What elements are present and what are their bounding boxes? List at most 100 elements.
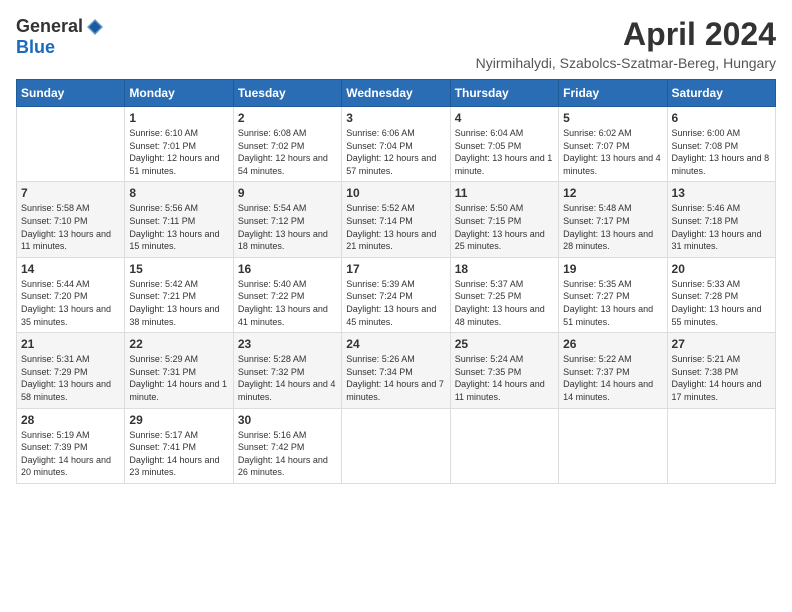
cell-info: Sunrise: 5:33 AMSunset: 7:28 PMDaylight:…: [672, 278, 771, 328]
weekday-header-tuesday: Tuesday: [233, 80, 341, 107]
calendar-week-4: 21Sunrise: 5:31 AMSunset: 7:29 PMDayligh…: [17, 333, 776, 408]
calendar-cell: 2Sunrise: 6:08 AMSunset: 7:02 PMDaylight…: [233, 107, 341, 182]
page-header: General Blue April 2024 Nyirmihalydi, Sz…: [16, 16, 776, 71]
calendar-cell: 16 Sunrise: 5:40 AMSunset: 7:22 PMDayligh…: [233, 257, 341, 332]
day-number: 22: [129, 337, 228, 351]
calendar-cell: 13 Sunrise: 5:46 AMSunset: 7:18 PMDayligh…: [667, 182, 775, 257]
calendar-cell: 23Sunrise: 5:28 AMSunset: 7:32 PMDayligh…: [233, 333, 341, 408]
calendar-cell: 5 Sunrise: 6:02 AMSunset: 7:07 PMDaylight…: [559, 107, 667, 182]
cell-info: Sunrise: 5:37 AMSunset: 7:25 PMDaylight:…: [455, 278, 554, 328]
weekday-header-wednesday: Wednesday: [342, 80, 450, 107]
cell-info: Sunrise: 5:19 AMSunset: 7:39 PMDaylight:…: [21, 429, 120, 479]
calendar-cell: 20 Sunrise: 5:33 AMSunset: 7:28 PMDayligh…: [667, 257, 775, 332]
title-area: April 2024 Nyirmihalydi, Szabolcs-Szatma…: [476, 16, 776, 71]
day-number: 17: [346, 262, 445, 276]
day-number: 7: [21, 186, 120, 200]
cell-info: Sunrise: 5:24 AMSunset: 7:35 PMDaylight:…: [455, 353, 554, 403]
logo-general: General: [16, 16, 83, 37]
day-number: 20: [672, 262, 771, 276]
calendar-cell: 7Sunrise: 5:58 AMSunset: 7:10 PMDaylight…: [17, 182, 125, 257]
calendar-cell: 26 Sunrise: 5:22 AMSunset: 7:37 PMDayligh…: [559, 333, 667, 408]
logo-icon: [85, 17, 105, 37]
calendar-cell: 28 Sunrise: 5:19 AMSunset: 7:39 PMDayligh…: [17, 408, 125, 483]
calendar-cell: 25 Sunrise: 5:24 AMSunset: 7:35 PMDayligh…: [450, 333, 558, 408]
calendar-week-3: 14Sunrise: 5:44 AMSunset: 7:20 PMDayligh…: [17, 257, 776, 332]
weekday-header-thursday: Thursday: [450, 80, 558, 107]
calendar-cell: 24 Sunrise: 5:26 AMSunset: 7:34 PMDayligh…: [342, 333, 450, 408]
calendar-cell: 30 Sunrise: 5:16 AMSunset: 7:42 PMDayligh…: [233, 408, 341, 483]
cell-info: Sunrise: 5:39 AMSunset: 7:24 PMDaylight:…: [346, 278, 445, 328]
location: Nyirmihalydi, Szabolcs-Szatmar-Bereg, Hu…: [476, 55, 776, 71]
weekday-header-row: SundayMondayTuesdayWednesdayThursdayFrid…: [17, 80, 776, 107]
calendar-cell: 4 Sunrise: 6:04 AMSunset: 7:05 PMDaylight…: [450, 107, 558, 182]
logo: General Blue: [16, 16, 105, 58]
day-number: 24: [346, 337, 445, 351]
cell-info: Sunrise: 5:40 AMSunset: 7:22 PMDaylight:…: [238, 278, 337, 328]
day-number: 8: [129, 186, 228, 200]
day-number: 26: [563, 337, 662, 351]
calendar-cell: [667, 408, 775, 483]
calendar-table: SundayMondayTuesdayWednesdayThursdayFrid…: [16, 79, 776, 484]
day-number: 15: [129, 262, 228, 276]
day-number: 1: [129, 111, 228, 125]
cell-info: Sunrise: 5:28 AMSunset: 7:32 PMDaylight:…: [238, 353, 337, 403]
calendar-week-5: 28 Sunrise: 5:19 AMSunset: 7:39 PMDayligh…: [17, 408, 776, 483]
day-number: 9: [238, 186, 337, 200]
calendar-cell: 18 Sunrise: 5:37 AMSunset: 7:25 PMDayligh…: [450, 257, 558, 332]
cell-info: Sunrise: 5:54 AMSunset: 7:12 PMDaylight:…: [238, 202, 337, 252]
calendar-cell: 29Sunrise: 5:17 AMSunset: 7:41 PMDayligh…: [125, 408, 233, 483]
day-number: 10: [346, 186, 445, 200]
cell-info: Sunrise: 5:26 AMSunset: 7:34 PMDaylight:…: [346, 353, 445, 403]
calendar-cell: 17 Sunrise: 5:39 AMSunset: 7:24 PMDayligh…: [342, 257, 450, 332]
calendar-body: 1 Sunrise: 6:10 AMSunset: 7:01 PMDaylight…: [17, 107, 776, 484]
calendar-cell: 1 Sunrise: 6:10 AMSunset: 7:01 PMDaylight…: [125, 107, 233, 182]
weekday-header-monday: Monday: [125, 80, 233, 107]
cell-info: Sunrise: 5:21 AMSunset: 7:38 PMDaylight:…: [672, 353, 771, 403]
cell-info: Sunrise: 5:48 AMSunset: 7:17 PMDaylight:…: [563, 202, 662, 252]
calendar-cell: 10 Sunrise: 5:52 AMSunset: 7:14 PMDayligh…: [342, 182, 450, 257]
calendar-week-1: 1 Sunrise: 6:10 AMSunset: 7:01 PMDaylight…: [17, 107, 776, 182]
cell-info: Sunrise: 5:31 AMSunset: 7:29 PMDaylight:…: [21, 353, 120, 403]
calendar-cell: 3 Sunrise: 6:06 AMSunset: 7:04 PMDaylight…: [342, 107, 450, 182]
calendar-cell: 22 Sunrise: 5:29 AMSunset: 7:31 PMDayligh…: [125, 333, 233, 408]
day-number: 19: [563, 262, 662, 276]
calendar-cell: [450, 408, 558, 483]
day-number: 16: [238, 262, 337, 276]
day-number: 27: [672, 337, 771, 351]
day-number: 28: [21, 413, 120, 427]
cell-info: Sunrise: 6:02 AMSunset: 7:07 PMDaylight:…: [563, 127, 662, 177]
day-number: 4: [455, 111, 554, 125]
cell-info: Sunrise: 5:35 AMSunset: 7:27 PMDaylight:…: [563, 278, 662, 328]
calendar-week-2: 7Sunrise: 5:58 AMSunset: 7:10 PMDaylight…: [17, 182, 776, 257]
cell-info: Sunrise: 5:42 AMSunset: 7:21 PMDaylight:…: [129, 278, 228, 328]
cell-info: Sunrise: 5:17 AMSunset: 7:41 PMDaylight:…: [129, 429, 228, 479]
calendar-cell: 12Sunrise: 5:48 AMSunset: 7:17 PMDayligh…: [559, 182, 667, 257]
cell-info: Sunrise: 6:00 AMSunset: 7:08 PMDaylight:…: [672, 127, 771, 177]
day-number: 25: [455, 337, 554, 351]
day-number: 11: [455, 186, 554, 200]
cell-info: Sunrise: 5:56 AMSunset: 7:11 PMDaylight:…: [129, 202, 228, 252]
calendar-cell: [342, 408, 450, 483]
day-number: 3: [346, 111, 445, 125]
weekday-header-friday: Friday: [559, 80, 667, 107]
cell-info: Sunrise: 5:22 AMSunset: 7:37 PMDaylight:…: [563, 353, 662, 403]
cell-info: Sunrise: 5:52 AMSunset: 7:14 PMDaylight:…: [346, 202, 445, 252]
cell-info: Sunrise: 5:16 AMSunset: 7:42 PMDaylight:…: [238, 429, 337, 479]
cell-info: Sunrise: 6:04 AMSunset: 7:05 PMDaylight:…: [455, 127, 554, 177]
month-title: April 2024: [476, 16, 776, 53]
cell-info: Sunrise: 6:08 AMSunset: 7:02 PMDaylight:…: [238, 127, 337, 177]
day-number: 5: [563, 111, 662, 125]
cell-info: Sunrise: 5:50 AMSunset: 7:15 PMDaylight:…: [455, 202, 554, 252]
day-number: 13: [672, 186, 771, 200]
calendar-cell: 9 Sunrise: 5:54 AMSunset: 7:12 PMDaylight…: [233, 182, 341, 257]
day-number: 14: [21, 262, 120, 276]
cell-info: Sunrise: 6:06 AMSunset: 7:04 PMDaylight:…: [346, 127, 445, 177]
day-number: 18: [455, 262, 554, 276]
weekday-header-sunday: Sunday: [17, 80, 125, 107]
cell-info: Sunrise: 5:46 AMSunset: 7:18 PMDaylight:…: [672, 202, 771, 252]
day-number: 30: [238, 413, 337, 427]
cell-info: Sunrise: 5:29 AMSunset: 7:31 PMDaylight:…: [129, 353, 228, 403]
calendar-cell: [559, 408, 667, 483]
cell-info: Sunrise: 6:10 AMSunset: 7:01 PMDaylight:…: [129, 127, 228, 177]
logo-blue: Blue: [16, 37, 55, 58]
